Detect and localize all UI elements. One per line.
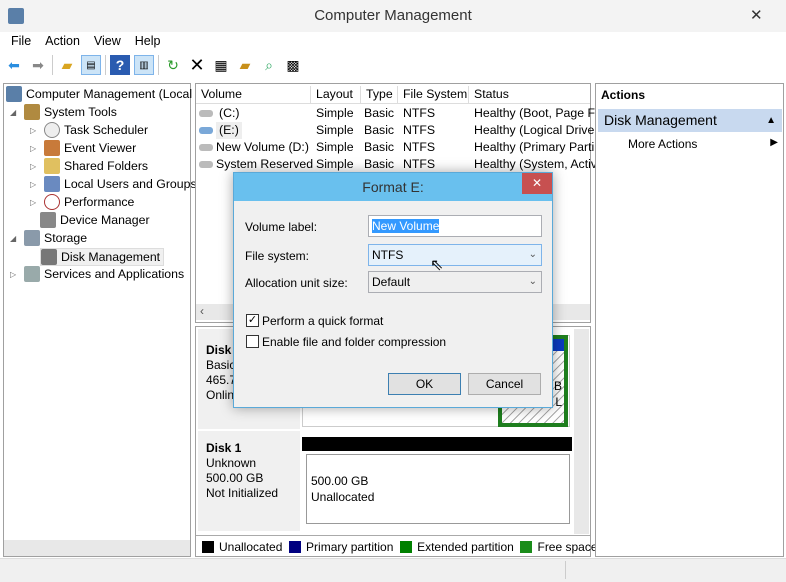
table-row[interactable]: New Volume (D:) Simple Basic NTFS Healthy (P… — [196, 139, 594, 156]
unallocated-partition[interactable]: 500.00 GB Unallocated — [306, 454, 570, 524]
tree-item-device-manager[interactable]: Device Manager — [40, 212, 150, 228]
actions-section-disk-management[interactable]: Disk Management ▲ — [598, 109, 782, 132]
computer-icon — [6, 86, 22, 102]
table-row[interactable]: System Reserved Simple Basic NTFS Healthy (S… — [196, 156, 597, 173]
window-title: Computer Management — [314, 7, 472, 24]
file-system-select[interactable]: NTFS ⌄ — [368, 244, 542, 266]
mouse-cursor-icon: ⇖ — [430, 257, 444, 274]
disk-1-info[interactable]: Disk 1 Unknown 500.00 GB Not Initialized — [198, 431, 300, 531]
more-actions-item[interactable]: More Actions ▶ — [628, 137, 778, 151]
unallocated-bar — [302, 437, 572, 451]
file-system-label: File system: — [245, 249, 310, 263]
legend-primary: Primary partition — [289, 540, 393, 554]
properties-icon[interactable]: ▦ — [211, 55, 231, 75]
tools-icon — [24, 104, 40, 120]
event-viewer-icon — [44, 140, 60, 156]
scroll-left-arrow-icon[interactable]: ‹ — [200, 304, 204, 318]
chevron-down-icon: ⌄ — [528, 276, 537, 287]
dialog-title: Format E: — [362, 179, 424, 195]
search-icon[interactable]: ⌕ — [259, 55, 279, 75]
tree-item-local-users[interactable]: ▷ Local Users and Groups — [30, 176, 197, 192]
status-bar — [0, 558, 786, 582]
menu-action[interactable]: Action — [38, 34, 87, 48]
back-arrow-icon[interactable]: ⬅ — [4, 55, 24, 75]
close-window-button[interactable]: ✕ — [750, 6, 763, 24]
volume-list-header: Volume Layout Type File System Status — [196, 86, 590, 104]
legend: Unallocated Primary partition Extended p… — [196, 535, 598, 555]
submenu-arrow-icon: ▶ — [770, 137, 778, 148]
show-hide-tree-icon[interactable]: ▤ — [81, 55, 101, 75]
column-status[interactable]: Status — [469, 86, 590, 104]
storage-icon — [24, 230, 40, 246]
tree-item-performance[interactable]: ▷ Performance — [30, 194, 134, 210]
tree-item-disk-management[interactable]: Disk Management — [40, 248, 165, 266]
volume-label-label: Volume label: — [245, 220, 318, 234]
format-dialog: Format E: ✕ Volume label: New Volume Fil… — [233, 172, 553, 408]
table-row[interactable]: (E:) Simple Basic NTFS Healthy (Logical Driv… — [196, 122, 594, 139]
legend-extended: Extended partition — [400, 540, 514, 554]
help-icon[interactable]: ? — [110, 55, 130, 75]
settings-icon[interactable]: ▩ — [283, 55, 303, 75]
column-type[interactable]: Type — [361, 86, 398, 104]
tree-item-shared-folders[interactable]: ▷ Shared Folders — [30, 158, 148, 174]
cancel-button[interactable]: Cancel — [468, 373, 541, 395]
disk-view-vertical-scrollbar[interactable] — [574, 329, 589, 534]
table-row[interactable]: (C:) Simple Basic NTFS Healthy (Boot, Page F… — [196, 105, 598, 122]
delete-icon[interactable]: ✕ — [187, 55, 207, 75]
drive-icon — [199, 127, 213, 134]
quick-format-checkbox[interactable]: ✓ — [246, 314, 259, 327]
chevron-down-icon: ⌄ — [528, 249, 537, 260]
users-icon — [44, 176, 60, 192]
forward-arrow-icon[interactable]: ➡ — [28, 55, 48, 75]
menu-view[interactable]: View — [87, 34, 128, 48]
allocation-unit-label: Allocation unit size: — [245, 276, 348, 290]
performance-icon — [44, 194, 60, 210]
column-layout[interactable]: Layout — [311, 86, 361, 104]
menu-bar: File Action View Help — [4, 34, 168, 48]
collapse-icon[interactable]: ▲ — [766, 109, 776, 132]
drive-icon — [199, 144, 213, 151]
menu-help[interactable]: Help — [128, 34, 168, 48]
refresh-icon[interactable]: ↻ — [163, 55, 183, 75]
actions-pane: Actions Disk Management ▲ More Actions ▶ — [595, 83, 784, 557]
title-bar: Computer Management ✕ — [0, 0, 786, 32]
column-volume[interactable]: Volume — [196, 86, 311, 104]
allocation-unit-select[interactable]: Default ⌄ — [368, 271, 542, 293]
dialog-close-button[interactable]: ✕ — [522, 173, 552, 194]
legend-unallocated: Unallocated — [202, 540, 282, 554]
compression-label: Enable file and folder compression — [262, 335, 447, 349]
toolbar: ⬅ ➡ ▰ ▤ ? ▥ ↻ ✕ ▦ ▰ ⌕ ▩ — [4, 55, 303, 75]
tree-item-services[interactable]: ▷ Services and Applications — [10, 266, 184, 282]
open-icon[interactable]: ▰ — [235, 55, 255, 75]
menu-file[interactable]: File — [4, 34, 38, 48]
tree-root[interactable]: Computer Management (Local — [6, 86, 192, 102]
column-file-system[interactable]: File System — [398, 86, 469, 104]
volume-label-input[interactable]: New Volume — [368, 215, 542, 237]
tree-item-event-viewer[interactable]: ▷ Event Viewer — [30, 140, 136, 156]
quick-format-label: Perform a quick format — [262, 314, 384, 328]
ok-button[interactable]: OK — [388, 373, 461, 395]
tree-horizontal-scrollbar[interactable] — [4, 540, 190, 556]
tree-item-storage[interactable]: ◢ Storage — [10, 230, 87, 246]
tree-item-system-tools[interactable]: ◢ System Tools — [10, 104, 117, 120]
drive-icon — [199, 110, 213, 117]
compression-checkbox[interactable] — [246, 335, 259, 348]
drive-icon — [199, 161, 213, 168]
tree-item-task-scheduler[interactable]: ▷ Task Scheduler — [30, 122, 148, 138]
shared-folder-icon — [44, 158, 60, 174]
show-action-pane-icon[interactable]: ▥ — [134, 55, 154, 75]
services-icon — [24, 266, 40, 282]
navigation-tree: Computer Management (Local ◢ System Tools… — [3, 83, 197, 557]
legend-free-space: Free space — [520, 540, 598, 554]
up-folder-icon[interactable]: ▰ — [57, 55, 77, 75]
device-manager-icon — [40, 212, 56, 228]
clock-icon — [44, 122, 60, 138]
dialog-title-bar: Format E: ✕ — [234, 173, 552, 201]
disk-management-icon — [41, 249, 57, 265]
actions-header: Actions — [601, 88, 646, 102]
